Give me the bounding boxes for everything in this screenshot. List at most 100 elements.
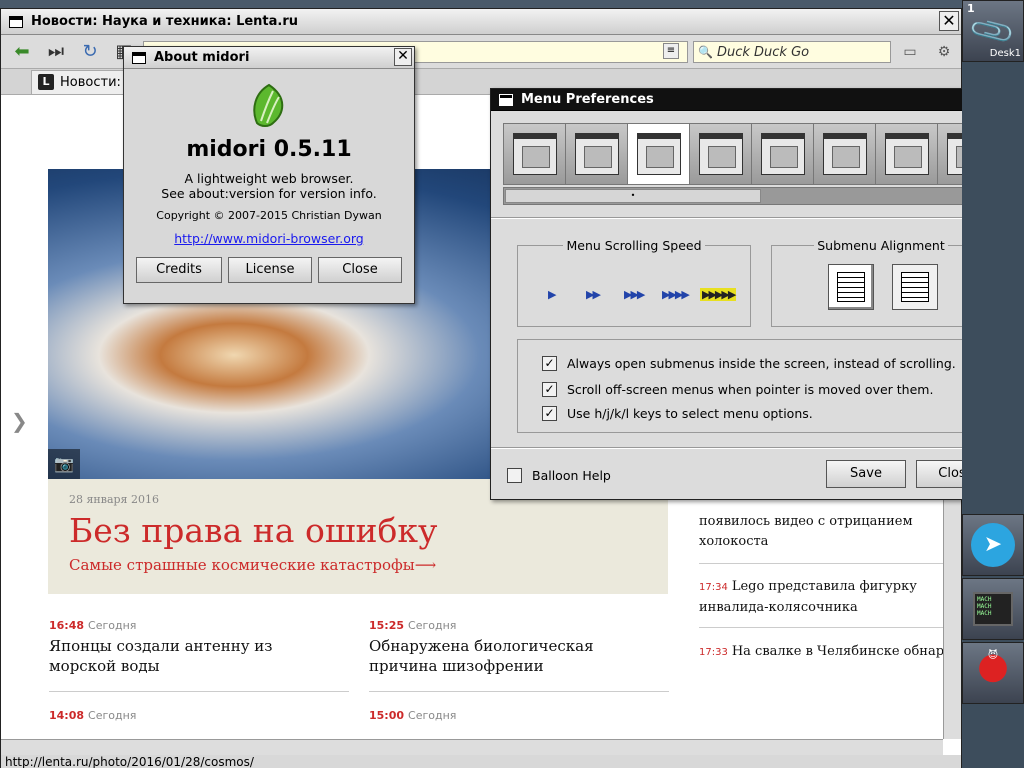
option-label: Use h/j/k/l keys to select menu options. — [567, 405, 813, 421]
checkbox[interactable]: ✓ — [542, 381, 557, 397]
news-item[interactable]: 15:25 Сегодня Обнаружена биологическая пр… — [369, 619, 659, 676]
divider — [49, 691, 349, 692]
right-news-item[interactable]: 17:34 Lego представила фигурку инвалида-к… — [699, 577, 943, 618]
terminal-icon: MACH MACH MACH — [973, 592, 1013, 626]
option-row[interactable]: ✓ Always open submenus inside the screen… — [542, 354, 956, 372]
reload-icon[interactable]: ↻ — [77, 40, 103, 64]
right-news-item[interactable]: 17:33 На свалке в Челябинске обнаружили д… — [699, 642, 943, 663]
option-row[interactable]: ✓ Scroll off-screen menus when pointer i… — [542, 380, 933, 398]
desc-line-2: See about:version for version info. — [161, 186, 377, 201]
license-button[interactable]: License — [228, 257, 312, 283]
icon-prefs-icon[interactable] — [690, 124, 752, 184]
search-input[interactable] — [716, 44, 877, 60]
midori-logo-icon — [253, 83, 284, 127]
caption-title[interactable]: Без права на ошибку — [69, 511, 437, 550]
window-menu-icon[interactable] — [9, 15, 23, 28]
checkbox[interactable]: ✓ — [542, 405, 557, 421]
speed-2-icon[interactable]: ▶▶ — [586, 288, 601, 301]
credits-button[interactable]: Credits — [136, 257, 222, 283]
magnifier-icon: 🔍 — [698, 45, 713, 59]
options-group: ✓ Always open submenus inside the screen… — [517, 339, 991, 433]
speed-3-icon[interactable]: ▶▶▶ — [624, 288, 645, 301]
section-scrollbar[interactable]: • — [503, 187, 1001, 205]
right-news-headline[interactable]: появилось видео с отрицанием холокоста — [699, 514, 913, 549]
balloon-help-label: Balloon Help — [532, 467, 611, 483]
desk-label: Desk1 — [989, 48, 1021, 59]
menuprefs-titlebar[interactable]: Menu Preferences ✕ — [491, 89, 1011, 111]
desc-line-1: A lightweight web browser. — [184, 171, 354, 186]
camera-icon[interactable]: 📷 — [48, 449, 80, 479]
app-description: A lightweight web browser. See about:ver… — [124, 171, 414, 201]
menu-prefs-icon[interactable] — [628, 124, 690, 184]
section-scroll-thumb[interactable]: • — [505, 189, 761, 203]
caption-subtitle[interactable]: Самые страшные космические катастрофы⟶ — [69, 556, 436, 574]
menu-preferences-window: Menu Preferences ✕ • Menu Scrolling Spee… — [490, 88, 1012, 500]
status-url: http://lenta.ru/photo/2016/01/28/cosmos/ — [1, 755, 961, 768]
balloon-help-checkbox[interactable] — [507, 467, 522, 483]
about-title: About midori — [154, 50, 250, 65]
right-news-headline[interactable]: На свалке в Челябинске обнаружили деревн… — [732, 644, 943, 659]
scrolling-speed-group: Menu Scrolling Speed ▶ ▶▶ ▶▶▶ ▶▶▶▶ ▶▶▶▶▶ — [517, 238, 751, 327]
telegram-tile[interactable]: ➤ — [962, 514, 1024, 576]
aligned-menu-icon — [901, 272, 929, 302]
browser-title: Новости: Наука и техника: Lenta.ru — [31, 14, 299, 29]
option-label: Scroll off-screen menus when pointer is … — [567, 381, 934, 397]
browser-titlebar[interactable]: Новости: Наука и техника: Lenta.ru ✕ — [1, 9, 961, 35]
option-row[interactable]: ✓ Use h/j/k/l keys to select menu option… — [542, 404, 813, 422]
window-menu-icon[interactable] — [132, 51, 146, 64]
about-close-x-button[interactable]: ✕ — [394, 48, 412, 66]
forward-icon[interactable]: ⏭ — [43, 40, 69, 64]
feed-icon[interactable]: ≡ — [663, 43, 679, 59]
window-menu-icon[interactable] — [499, 93, 513, 106]
workspace-clip[interactable]: 1 📎 Desk1 — [962, 0, 1024, 62]
window-handling-icon[interactable] — [504, 124, 566, 184]
search-field[interactable]: 🔍 — [693, 41, 891, 63]
news-headline[interactable]: Японцы создали антенну из морской воды — [49, 636, 339, 676]
separator — [491, 447, 1011, 449]
balloon-help-row[interactable]: Balloon Help — [507, 466, 611, 484]
speed-1-icon[interactable]: ▶ — [548, 288, 557, 301]
terminal-tile[interactable]: MACH MACH MACH — [962, 578, 1024, 640]
workspace-icon[interactable] — [814, 124, 876, 184]
browser-close-button[interactable]: ✕ — [939, 11, 959, 31]
right-news-item[interactable]: появилось видео с отрицанием холокоста — [699, 512, 943, 552]
right-news-time: 17:34 — [699, 582, 728, 593]
news-item[interactable]: 15:00 Сегодня — [369, 709, 659, 722]
prefs-section-strip — [503, 123, 1001, 185]
align-cascade-button[interactable] — [828, 264, 874, 310]
daemon-tile[interactable]: 😈 — [962, 642, 1024, 704]
app-name: midori 0.5.11 — [186, 137, 352, 162]
window-placement-icon[interactable] — [566, 124, 628, 184]
back-arrow-icon[interactable]: ⬅ — [9, 40, 35, 64]
divider — [699, 627, 943, 628]
about-dialog: About midori ✕ midori 0.5.11 A lightweig… — [123, 46, 415, 304]
speed-5-icon[interactable]: ▶▶▶▶▶ — [700, 288, 736, 301]
news-item[interactable]: 14:08 Сегодня — [49, 709, 339, 722]
telegram-icon: ➤ — [971, 523, 1015, 567]
save-button[interactable]: Save — [826, 460, 906, 488]
right-news-headline[interactable]: Lego представила фигурку инвалида-колясо… — [699, 579, 917, 615]
submenu-alignment-label: Submenu Alignment — [814, 238, 948, 253]
news-day: Сегодня — [408, 709, 457, 722]
copyright: Copyright © 2007-2015 Christian Dywan — [156, 209, 382, 222]
horizontal-scrollbar[interactable] — [1, 739, 943, 755]
dock: 1 📎 Desk1 ➤ MACH MACH MACH 😈 — [962, 0, 1024, 768]
submenu-alignment-group: Submenu Alignment — [771, 238, 991, 327]
separator — [491, 217, 1011, 219]
news-day: Сегодня — [88, 709, 137, 722]
news-headline[interactable]: Обнаружена биологическая причина шизофре… — [369, 636, 659, 676]
about-titlebar[interactable]: About midori ✕ — [124, 47, 414, 69]
align-top-button[interactable] — [892, 264, 938, 310]
appearance-icon[interactable] — [876, 124, 938, 184]
news-item[interactable]: 16:48 Сегодня Японцы создали антенну из м… — [49, 619, 339, 676]
divider — [369, 691, 669, 692]
keyboard-prefs-icon[interactable] — [752, 124, 814, 184]
website-link[interactable]: http://www.midori-browser.org — [124, 231, 414, 246]
speed-4-icon[interactable]: ▶▶▶▶ — [662, 288, 690, 301]
close-button[interactable]: Close — [318, 257, 402, 283]
carousel-prev-icon[interactable]: ❯ — [11, 409, 28, 433]
tray-icon[interactable]: ▭ — [897, 40, 923, 64]
settings-icon[interactable]: ⚙ — [931, 40, 957, 64]
checkbox[interactable]: ✓ — [542, 355, 557, 371]
bsd-daemon-icon: 😈 — [973, 650, 1013, 696]
